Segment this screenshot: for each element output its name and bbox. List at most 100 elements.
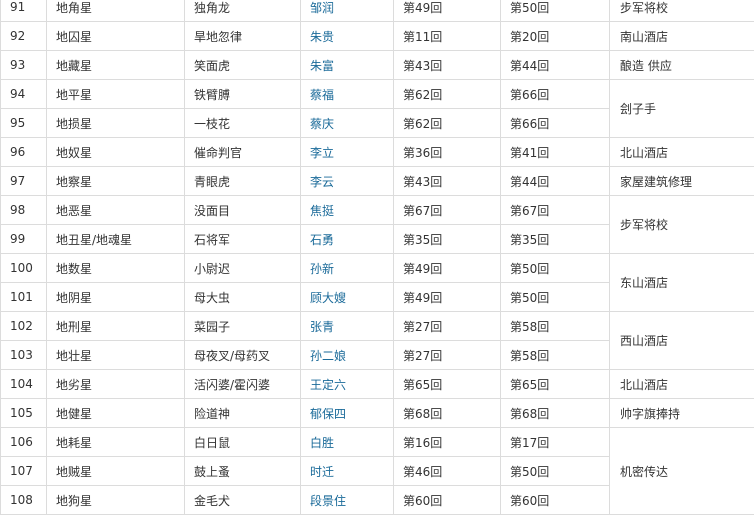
hero-name-cell: 蔡福 bbox=[300, 79, 394, 109]
nickname-cell: 白日鼠 bbox=[184, 427, 301, 457]
rank-number-cell: 96 bbox=[0, 137, 47, 167]
join-chapter-cell: 第50回 bbox=[500, 0, 610, 22]
hero-name-link[interactable]: 石勇 bbox=[310, 233, 334, 247]
rank-number-cell: 94 bbox=[0, 79, 47, 109]
hero-name-link[interactable]: 邹润 bbox=[310, 1, 334, 15]
nickname-cell: 青眼虎 bbox=[184, 166, 301, 196]
join-chapter-cell: 第66回 bbox=[500, 79, 610, 109]
role-cell: 步军将校 bbox=[609, 195, 754, 254]
table-row: 100 地数星 小尉迟 孙新 第49回 第50回 东山酒店 bbox=[0, 253, 754, 312]
role-cell: 步军将校 bbox=[609, 0, 754, 22]
star-name-cell: 地耗星 bbox=[46, 427, 185, 457]
hero-name-link[interactable]: 段景住 bbox=[310, 494, 346, 508]
hero-name-link[interactable]: 朱贵 bbox=[310, 30, 334, 44]
rank-number-cell: 97 bbox=[0, 166, 47, 196]
first-appearance-cell: 第60回 bbox=[393, 485, 501, 515]
hero-name-cell: 李立 bbox=[300, 137, 394, 167]
table-row: 93 地藏星 笑面虎 朱富 第43回 第44回 酿造 供应 bbox=[0, 50, 754, 80]
hero-name-link[interactable]: 张青 bbox=[310, 320, 334, 334]
first-appearance-cell: 第46回 bbox=[393, 456, 501, 486]
rank-number-cell: 106 bbox=[0, 427, 47, 457]
hero-name-link[interactable]: 焦挺 bbox=[310, 204, 334, 218]
star-name-cell: 地阴星 bbox=[46, 282, 185, 312]
rank-number-cell: 101 bbox=[0, 282, 47, 312]
role-cell: 西山酒店 bbox=[609, 311, 754, 370]
role-cell: 北山酒店 bbox=[609, 137, 754, 167]
hero-name-cell: 孙新 bbox=[300, 253, 394, 283]
hero-name-cell: 蔡庆 bbox=[300, 108, 394, 138]
hero-name-link[interactable]: 顾大嫂 bbox=[310, 291, 346, 305]
first-appearance-cell: 第27回 bbox=[393, 340, 501, 370]
first-appearance-cell: 第11回 bbox=[393, 21, 501, 51]
first-appearance-cell: 第67回 bbox=[393, 195, 501, 225]
star-name-cell: 地狗星 bbox=[46, 485, 185, 515]
join-chapter-cell: 第58回 bbox=[500, 311, 610, 341]
rank-number-cell: 102 bbox=[0, 311, 47, 341]
first-appearance-cell: 第49回 bbox=[393, 253, 501, 283]
nickname-cell: 小尉迟 bbox=[184, 253, 301, 283]
nickname-cell: 笑面虎 bbox=[184, 50, 301, 80]
table-row: 91 地角星 独角龙 邹润 第49回 第50回 步军将校 bbox=[0, 0, 754, 22]
star-name-cell: 地劣星 bbox=[46, 369, 185, 399]
nickname-cell: 旱地忽律 bbox=[184, 21, 301, 51]
hero-name-cell: 白胜 bbox=[300, 427, 394, 457]
first-appearance-cell: 第49回 bbox=[393, 282, 501, 312]
hero-name-link[interactable]: 王定六 bbox=[310, 378, 346, 392]
first-appearance-cell: 第36回 bbox=[393, 137, 501, 167]
join-chapter-cell: 第68回 bbox=[500, 398, 610, 428]
hero-name-cell: 孙二娘 bbox=[300, 340, 394, 370]
nickname-cell: 金毛犬 bbox=[184, 485, 301, 515]
role-cell: 酿造 供应 bbox=[609, 50, 754, 80]
star-name-cell: 地平星 bbox=[46, 79, 185, 109]
table-row: 98 地恶星 没面目 焦挺 第67回 第67回 步军将校 bbox=[0, 195, 754, 254]
hero-name-link[interactable]: 蔡庆 bbox=[310, 117, 334, 131]
join-chapter-cell: 第58回 bbox=[500, 340, 610, 370]
hero-name-link[interactable]: 孙新 bbox=[310, 262, 334, 276]
hero-name-link[interactable]: 李云 bbox=[310, 175, 334, 189]
hero-name-cell: 张青 bbox=[300, 311, 394, 341]
role-cell: 家屋建筑修理 bbox=[609, 166, 754, 196]
rank-number-cell: 98 bbox=[0, 195, 47, 225]
hero-name-link[interactable]: 郁保四 bbox=[310, 407, 346, 421]
star-name-cell: 地囚星 bbox=[46, 21, 185, 51]
hero-name-link[interactable]: 孙二娘 bbox=[310, 349, 346, 363]
nickname-cell: 鼓上蚤 bbox=[184, 456, 301, 486]
rank-number-cell: 100 bbox=[0, 253, 47, 283]
join-chapter-cell: 第50回 bbox=[500, 253, 610, 283]
hero-name-link[interactable]: 蔡福 bbox=[310, 88, 334, 102]
rank-number-cell: 92 bbox=[0, 21, 47, 51]
nickname-cell: 一枝花 bbox=[184, 108, 301, 138]
join-chapter-cell: 第50回 bbox=[500, 282, 610, 312]
hero-name-link[interactable]: 朱富 bbox=[310, 59, 334, 73]
first-appearance-cell: 第62回 bbox=[393, 79, 501, 109]
join-chapter-cell: 第60回 bbox=[500, 485, 610, 515]
star-name-cell: 地数星 bbox=[46, 253, 185, 283]
role-cell: 东山酒店 bbox=[609, 253, 754, 312]
nickname-cell: 独角龙 bbox=[184, 0, 301, 22]
hero-name-link[interactable]: 李立 bbox=[310, 146, 334, 160]
nickname-cell: 菜园子 bbox=[184, 311, 301, 341]
star-name-cell: 地丑星/地魂星 bbox=[46, 224, 185, 254]
star-name-cell: 地壮星 bbox=[46, 340, 185, 370]
hero-name-cell: 顾大嫂 bbox=[300, 282, 394, 312]
table-row: 104 地劣星 活闪婆/霍闪婆 王定六 第65回 第65回 北山酒店 bbox=[0, 369, 754, 399]
table-row: 96 地奴星 催命判官 李立 第36回 第41回 北山酒店 bbox=[0, 137, 754, 167]
join-chapter-cell: 第17回 bbox=[500, 427, 610, 457]
star-name-cell: 地贼星 bbox=[46, 456, 185, 486]
rank-number-cell: 107 bbox=[0, 456, 47, 486]
star-name-cell: 地角星 bbox=[46, 0, 185, 22]
role-cell: 刽子手 bbox=[609, 79, 754, 138]
nickname-cell: 没面目 bbox=[184, 195, 301, 225]
hero-name-link[interactable]: 时迁 bbox=[310, 465, 334, 479]
first-appearance-cell: 第43回 bbox=[393, 166, 501, 196]
nickname-cell: 活闪婆/霍闪婆 bbox=[184, 369, 301, 399]
hero-name-cell: 郁保四 bbox=[300, 398, 394, 428]
nickname-cell: 催命判官 bbox=[184, 137, 301, 167]
roster-table-body: 91 地角星 独角龙 邹润 第49回 第50回 步军将校 92 地囚星 旱地忽律 朱贵 第11回 第20… bbox=[0, 0, 754, 515]
nickname-cell: 险道神 bbox=[184, 398, 301, 428]
hero-name-link[interactable]: 白胜 bbox=[310, 436, 334, 450]
first-appearance-cell: 第62回 bbox=[393, 108, 501, 138]
rank-number-cell: 104 bbox=[0, 369, 47, 399]
hero-name-cell: 段景住 bbox=[300, 485, 394, 515]
rank-number-cell: 95 bbox=[0, 108, 47, 138]
